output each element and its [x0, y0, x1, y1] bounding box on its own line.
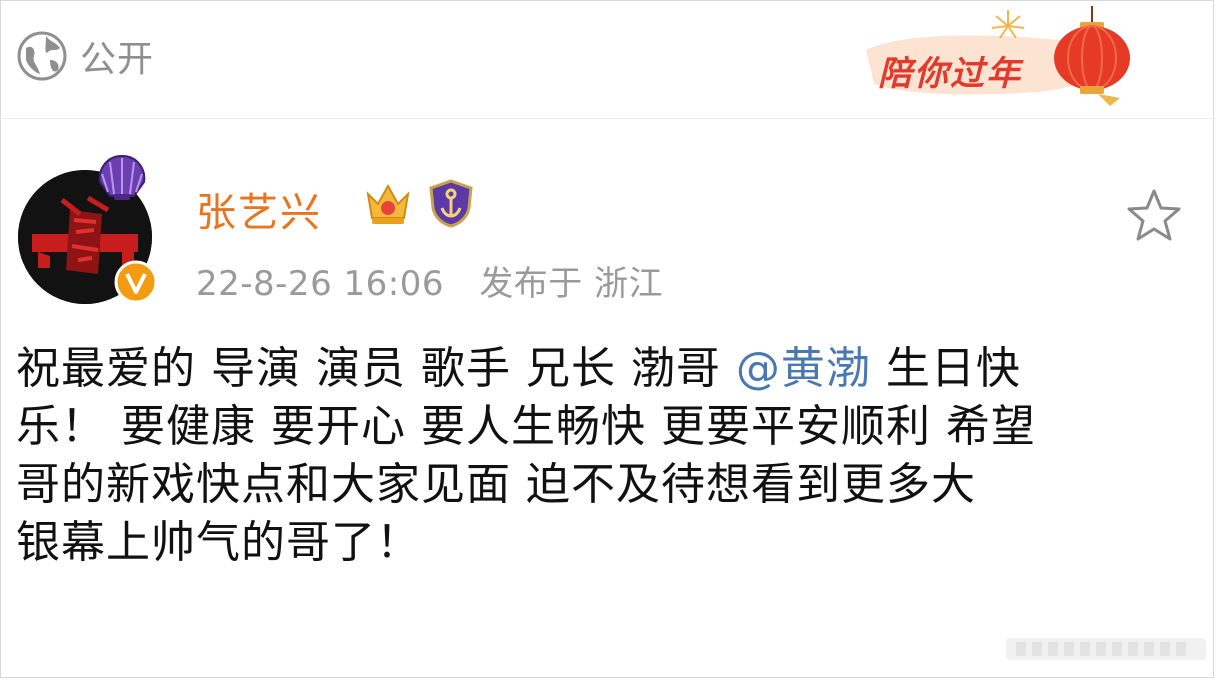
post-text: 祝最爱的 导演 演员 歌手 兄长 渤哥 @黄渤 生日快 乐！ 要健康 要开心 要…: [16, 340, 1196, 572]
visibility-label: 公开: [80, 39, 155, 80]
post-line: 银幕上帅气的哥了！: [16, 517, 421, 568]
anchor-shield-icon[interactable]: [426, 178, 476, 228]
post-location: 发布于 浙江: [479, 264, 664, 304]
verified-v-icon: [114, 260, 158, 304]
lantern-icon: [1054, 6, 1130, 106]
post-line: 祝最爱的 导演 演员 歌手 兄长 渤哥 @黄渤 生日快: [16, 340, 1196, 398]
post-timestamp: 22-8-26 16:06: [196, 264, 444, 304]
crown-icon[interactable]: [362, 178, 414, 228]
festival-text: 陪你过年: [878, 54, 1022, 94]
avatar-group[interactable]: [18, 152, 158, 304]
watermark: [1006, 638, 1206, 660]
mention-link[interactable]: @黄渤: [736, 343, 871, 394]
post-line: 哥的新戏快点和大家见面 迫不及待想看到更多大: [16, 459, 976, 510]
post-meta: 22-8-26 16:06 发布于 浙江: [196, 256, 663, 305]
visibility-indicator[interactable]: 公开: [16, 30, 154, 82]
author-name[interactable]: 张艺兴: [196, 180, 322, 238]
post-line-text: 生日快: [870, 343, 1021, 394]
top-bar: 公开 陪你过年: [0, 0, 1216, 118]
fireworks-icon: [991, 10, 1025, 39]
shell-icon: [98, 154, 146, 200]
post-line: 乐！ 要健康 要开心 要人生畅快 更要平安顺利 希望: [16, 401, 1036, 452]
post-line-text: 祝最爱的 导演 演员 歌手 兄长 渤哥: [16, 343, 736, 394]
globe-icon: [17, 31, 67, 81]
star-icon[interactable]: [1124, 186, 1184, 244]
festival-badge[interactable]: 陪你过年: [858, 4, 1138, 108]
divider: [0, 118, 1216, 119]
